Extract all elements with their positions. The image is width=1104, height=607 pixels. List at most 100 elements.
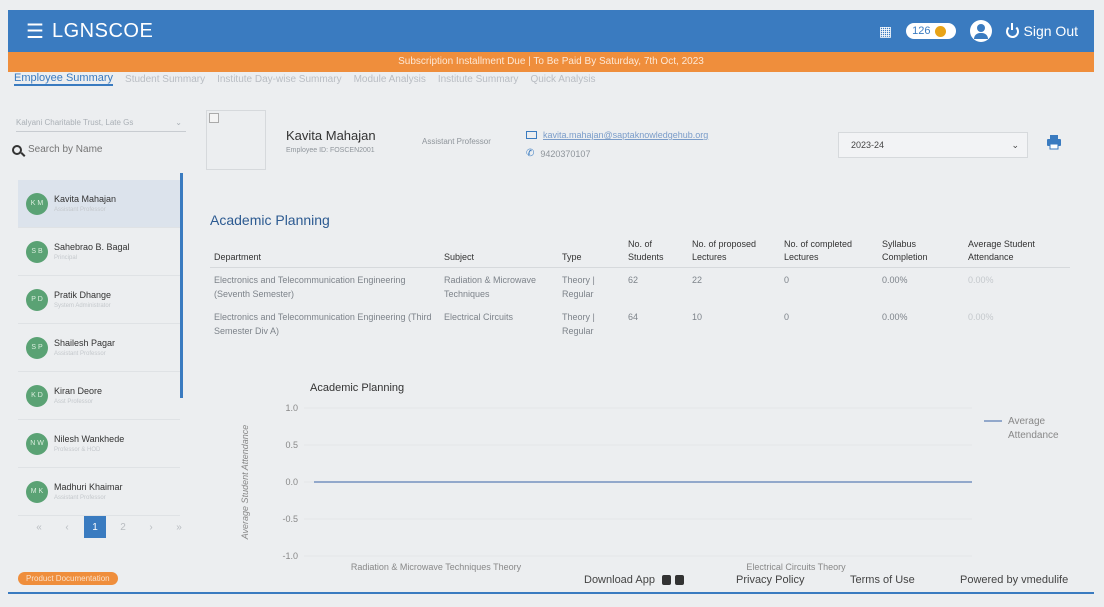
table-header-row: Department Subject Type No. of Students No. … — [210, 236, 1070, 269]
terms-of-use-link[interactable]: Terms of Use — [850, 574, 915, 586]
employee-item-name: Pratik Dhange — [54, 290, 112, 300]
tab-institute-day-wise-summary[interactable]: Institute Day-wise Summary — [217, 74, 341, 85]
privacy-policy-link[interactable]: Privacy Policy — [736, 574, 804, 586]
column-header: No. of Students — [624, 236, 688, 269]
table-row: Electronics and Telecommunication Engine… — [210, 268, 1070, 306]
employee-item-role: Principal — [54, 255, 78, 261]
top-bar-actions: ▦ 126 Sign Out — [879, 20, 1078, 42]
employee-item-name: Kavita Mahajan — [54, 194, 117, 204]
download-app[interactable]: Download App — [584, 574, 685, 586]
tab-quick-analysis[interactable]: Quick Analysis — [530, 74, 595, 85]
table-cell: 0.00% — [968, 312, 994, 323]
legend-label-line-1: Average — [1008, 416, 1046, 427]
avatar: P D — [26, 288, 48, 311]
employee-list-item[interactable]: N W Nilesh Wankhede Professor & HOD — [18, 420, 180, 468]
apps-grid-icon[interactable]: ▦ — [879, 23, 892, 40]
tab-institute-summary[interactable]: Institute Summary — [438, 74, 519, 85]
employee-list-item[interactable]: S P Shailesh Pagar Assistant Professor — [18, 324, 180, 372]
search-input[interactable] — [28, 144, 168, 155]
employee-item-role: Asst Professor — [54, 399, 94, 405]
employee-item-text: Madhuri Khaimar Assistant Professor — [54, 482, 123, 501]
employee-item-role: Assistant Professor — [54, 495, 106, 501]
brand-title: LGNSCOE — [52, 19, 154, 42]
table-cell: 0.00% — [882, 275, 908, 286]
sign-out-button[interactable]: Sign Out — [1005, 22, 1078, 39]
top-bar: ☰ LGNSCOE ▦ 126 Sign Out — [8, 10, 1094, 52]
employee-item-text: Pratik Dhange System Administrator — [54, 290, 111, 309]
institute-select-value: Kalyani Charitable Trust, Late Gs — [16, 118, 134, 127]
column-header: Subject — [440, 236, 558, 269]
employee-list-item[interactable]: P D Pratik Dhange System Administrator — [18, 276, 180, 324]
first-page-button[interactable]: « — [28, 516, 50, 538]
employee-list-item[interactable]: K M Kavita Mahajan Assistant Professor — [18, 180, 180, 228]
table-cell: 22 — [692, 275, 703, 286]
phone-icon: ✆ — [526, 148, 535, 159]
institute-select[interactable]: Kalyani Charitable Trust, Late Gs ⌄ — [16, 114, 186, 132]
email-link[interactable]: kavita.mahajan@saptaknowledgehub.org — [543, 130, 708, 140]
employee-item-name: Nilesh Wankhede — [54, 434, 125, 444]
column-header: Department — [210, 236, 440, 269]
table-cell: Electronics and Telecommunication Engine… — [214, 312, 432, 336]
sign-out-label: Sign Out — [1023, 23, 1078, 39]
chevron-down-icon: ⌄ — [1011, 139, 1019, 150]
employee-list-item[interactable]: S B Sahebrao B. Bagal Principal — [18, 228, 180, 276]
table-cell: 0.00% — [968, 275, 994, 286]
chevron-down-icon: ⌄ — [175, 118, 182, 127]
tab-employee-summary[interactable]: Employee Summary — [14, 72, 114, 86]
pagination: « ‹ 1 2 › » — [28, 516, 190, 538]
android-icon[interactable] — [662, 575, 672, 586]
last-page-button[interactable]: » — [168, 516, 190, 538]
coin-badge[interactable]: 126 — [906, 23, 956, 39]
x-tick-label: Radiation & Microwave Techniques Theory — [351, 562, 522, 572]
employee-email[interactable]: kavita.mahajan@saptaknowledgehub.org — [526, 130, 708, 140]
employee-item-text: Sahebrao B. Bagal Principal — [54, 242, 130, 261]
footer: Download App Privacy Policy Terms of Use… — [8, 574, 1094, 592]
table-cell: Electronics and Telecommunication Engine… — [214, 275, 406, 299]
employee-item-text: Kavita Mahajan Assistant Professor — [54, 194, 116, 213]
apple-icon[interactable] — [675, 575, 685, 586]
menu-icon[interactable]: ☰ — [26, 19, 46, 44]
table-cell: Electrical Circuits — [444, 312, 514, 323]
column-header: Type — [558, 236, 624, 269]
subscription-notice: Subscription Installment Due | To Be Pai… — [8, 52, 1094, 72]
academic-planning-chart: Academic Planning Average Student Attenda… — [236, 376, 1076, 572]
column-header: Syllabus Completion — [878, 236, 964, 269]
y-tick-label: -1.0 — [282, 551, 298, 561]
page-1-button[interactable]: 1 — [84, 516, 106, 538]
table-cell: 62 — [628, 275, 639, 286]
employee-item-name: Sahebrao B. Bagal — [54, 242, 130, 252]
academic-planning-title: Academic Planning — [210, 212, 330, 228]
table-cell: Theory | Regular — [562, 275, 595, 299]
table-cell: 0.00% — [882, 312, 908, 323]
employee-item-text: Shailesh Pagar Assistant Professor — [54, 338, 115, 357]
print-icon[interactable] — [1046, 134, 1062, 150]
employee-item-role: Professor & HOD — [54, 447, 101, 453]
employee-sidebar: Kalyani Charitable Trust, Late Gs ⌄ K MK… — [10, 108, 186, 548]
y-tick-label: 1.0 — [285, 403, 298, 413]
chart-title: Academic Planning — [310, 382, 404, 394]
table-cell: Theory | Regular — [562, 312, 595, 336]
employee-profile: Kavita Mahajan Employee ID: FOSCEN2001 A… — [206, 110, 1076, 170]
prev-page-button[interactable]: ‹ — [56, 516, 78, 538]
employee-item-role: System Administrator — [54, 303, 111, 309]
tab-student-summary[interactable]: Student Summary — [125, 74, 205, 85]
y-tick-label: 0.5 — [285, 440, 298, 450]
avatar: M K — [26, 480, 48, 503]
table-cell: 0 — [784, 312, 790, 323]
employee-list-item[interactable]: M K Madhuri Khaimar Assistant Professor — [18, 468, 180, 516]
powered-by: Powered by vmedulife — [960, 574, 1069, 586]
user-avatar-icon[interactable] — [969, 20, 992, 42]
employee-item-text: Kiran Deore Asst Professor — [54, 386, 102, 405]
employee-search — [12, 144, 182, 155]
employee-name: Kavita Mahajan — [286, 128, 376, 143]
academic-year-select[interactable]: 2023-24 ⌄ — [838, 132, 1028, 158]
list-scrollbar[interactable] — [180, 173, 183, 398]
avatar: S B — [26, 240, 48, 263]
column-header: No. of proposed Lectures — [688, 236, 780, 269]
next-page-button[interactable]: › — [140, 516, 162, 538]
employee-list-item[interactable]: K D Kiran Deore Asst Professor — [18, 372, 180, 420]
tab-module-analysis[interactable]: Module Analysis — [354, 74, 426, 85]
page-2-button[interactable]: 2 — [112, 516, 134, 538]
column-header: Average Student Attendance — [964, 236, 1070, 269]
search-icon — [12, 144, 22, 155]
